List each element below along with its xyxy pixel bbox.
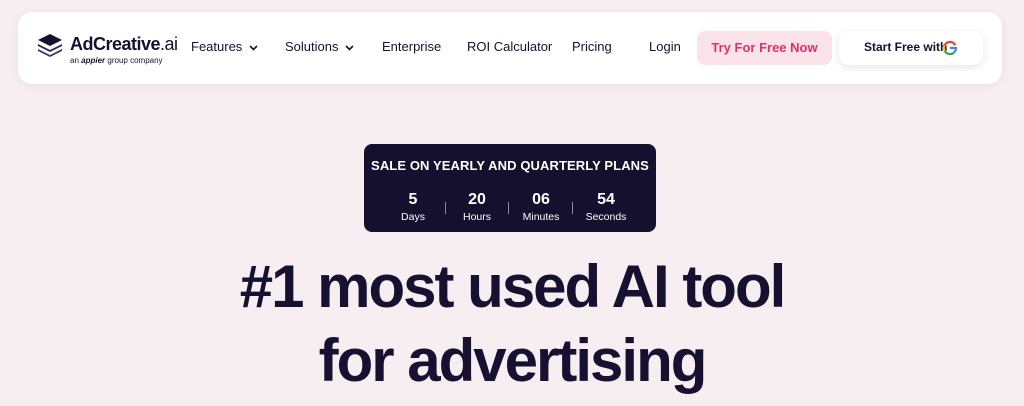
- hero-headline-line-2: for advertising: [318, 327, 708, 394]
- hero-headline: #1 most used AI tool for advertising: [0, 250, 1024, 398]
- hero-headline-line-1: #1 most used AI tool: [239, 253, 787, 320]
- countdown-minutes-value: 06: [532, 191, 550, 208]
- nav-login[interactable]: Login: [649, 38, 681, 56]
- countdown-days-unit: Days: [401, 211, 425, 223]
- nav-solutions[interactable]: Solutions: [285, 38, 355, 56]
- countdown-seconds-unit: Seconds: [585, 211, 627, 223]
- countdown-divider: [572, 202, 573, 214]
- brand-name: AdCreative.ai: [70, 34, 178, 55]
- brand-name-main: AdCreative: [70, 34, 161, 54]
- nav-features[interactable]: Features: [191, 38, 258, 56]
- brand-logo[interactable]: AdCreative.ai an appier group company: [36, 30, 186, 70]
- chevron-down-icon: [249, 44, 258, 51]
- countdown-minutes: 06 Minutes: [511, 191, 571, 224]
- countdown-divider: [445, 202, 446, 214]
- countdown-hours: 20 Hours: [447, 191, 507, 224]
- tagline-brand: appier: [81, 56, 106, 65]
- tagline-suffix: group company: [107, 56, 163, 65]
- google-g-icon: [943, 41, 957, 55]
- countdown-seconds: 54 Seconds: [576, 191, 636, 224]
- sale-title: SALE ON YEARLY AND QUARTERLY PLANS: [371, 158, 649, 173]
- start-free-label: Start Free with: [864, 40, 948, 54]
- nav-pricing[interactable]: Pricing: [572, 38, 612, 56]
- stacked-layers-icon: [38, 34, 62, 57]
- brand-name-suffix: .ai: [160, 34, 178, 54]
- try-for-free-button[interactable]: Try For Free Now: [697, 31, 832, 65]
- countdown-divider: [508, 202, 509, 214]
- nav-enterprise[interactable]: Enterprise: [382, 38, 441, 56]
- nav-roi-calculator[interactable]: ROI Calculator: [467, 38, 552, 56]
- nav-features-label: Features: [191, 39, 243, 54]
- countdown-hours-unit: Hours: [462, 211, 491, 223]
- tagline-prefix: an: [70, 56, 79, 65]
- brand-tagline: an appier group company: [70, 56, 163, 65]
- countdown-hours-value: 20: [468, 191, 486, 208]
- countdown-minutes-unit: Minutes: [522, 211, 560, 223]
- nav-solutions-label: Solutions: [285, 39, 339, 54]
- countdown-days: 5 Days: [383, 191, 443, 224]
- chevron-down-icon: [345, 44, 355, 51]
- start-free-google-button[interactable]: Start Free with: [839, 31, 983, 65]
- countdown-seconds-value: 54: [597, 191, 615, 208]
- top-navbar: AdCreative.ai an appier group company Fe…: [18, 12, 1002, 84]
- countdown-days-value: 5: [408, 191, 418, 208]
- sale-countdown-banner[interactable]: SALE ON YEARLY AND QUARTERLY PLANS 5 Day…: [364, 144, 656, 232]
